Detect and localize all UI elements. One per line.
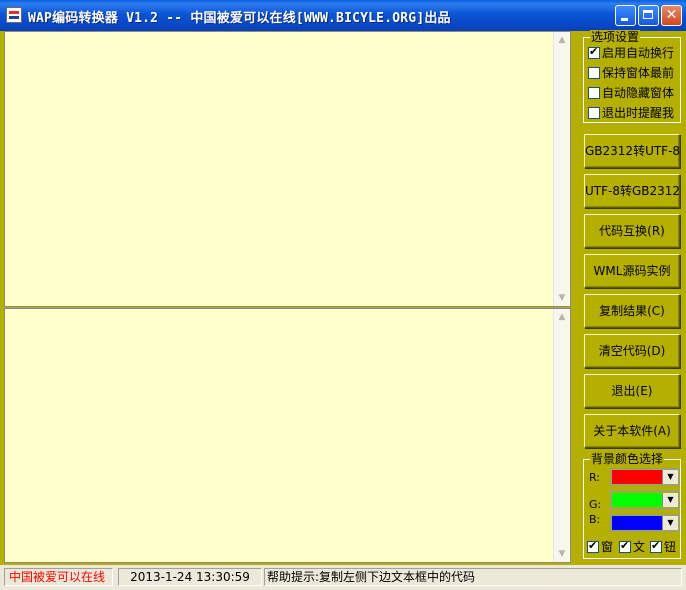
dropdown-arrow-icon[interactable]: ▼ — [662, 516, 678, 530]
checkbox[interactable] — [588, 86, 600, 99]
option-auto-hide[interactable]: 自动隐藏窗体 — [588, 84, 674, 100]
checkbox[interactable]: ✔ — [619, 538, 631, 553]
exit-button[interactable]: 退出(E) — [584, 374, 680, 408]
checkbox[interactable] — [588, 66, 600, 79]
status-datetime: 2013-1-24 13:30:59 — [118, 568, 262, 586]
minimize-button[interactable] — [615, 5, 636, 26]
clear-code-button[interactable]: 清空代码(D) — [584, 334, 680, 368]
dropdown-arrow-icon[interactable]: ▼ — [662, 493, 678, 507]
app-icon[interactable] — [6, 7, 22, 23]
checkbox[interactable]: ✔ — [587, 538, 599, 553]
options-group: 选项设置 ✔ 启用自动换行 保持窗体最前 自动隐藏窗体 退出时提醒我 — [583, 30, 681, 123]
close-icon: ✕ — [665, 7, 678, 23]
apply-button-option[interactable]: ✔ 钮 — [650, 538, 676, 554]
scroll-up-arrow-icon[interactable]: ▲ — [555, 310, 569, 324]
status-bar: 中国被爱可以在线 2013-1-24 13:30:59 帮助提示:复制左侧下边文… — [0, 565, 686, 590]
red-color-select[interactable]: ▼ — [610, 468, 680, 486]
window-title: WAP编码转换器 V1.2 -- 中国被爱可以在线[WWW.BICYLE.ORG… — [28, 11, 451, 26]
scroll-up-arrow-icon[interactable]: ▲ — [555, 33, 569, 47]
checkmark-icon: ✔ — [589, 44, 599, 58]
code-swap-button[interactable]: 代码互换(R) — [584, 214, 680, 248]
option-exit-reminder[interactable]: 退出时提醒我 — [588, 104, 674, 120]
copy-result-button[interactable]: 复制结果(C) — [584, 294, 680, 328]
gb2312-to-utf8-button[interactable]: GB2312转UTF-8 — [584, 134, 680, 168]
result-code-textarea[interactable]: ▲ ▼ — [4, 308, 571, 563]
checkbox[interactable]: ✔ — [650, 538, 662, 553]
bgcolor-group: 背景颜色选择 R: ▼ G: ▼ B: ▼ ✔ 窗 ✔ 文 ✔ 钮 — [583, 452, 681, 559]
source-scrollbar[interactable]: ▲ ▼ — [553, 32, 570, 306]
checkmark-icon: ✔ — [620, 538, 630, 552]
dropdown-arrow-icon[interactable]: ▼ — [662, 470, 678, 484]
result-scrollbar[interactable]: ▲ ▼ — [553, 309, 570, 562]
wml-example-button[interactable]: WML源码实例 — [584, 254, 680, 288]
options-legend: 选项设置 — [590, 30, 641, 44]
source-code-textarea[interactable]: ▲ ▼ — [4, 31, 571, 307]
status-help-text: 帮助提示:复制左侧下边文本框中的代码 — [264, 568, 682, 586]
maximize-button[interactable] — [638, 5, 659, 26]
green-color-select[interactable]: ▼ — [610, 491, 680, 509]
utf8-to-gb2312-button[interactable]: UTF-8转GB2312 — [584, 174, 680, 208]
checkmark-icon: ✔ — [588, 538, 598, 552]
apply-text-option[interactable]: ✔ 文 — [619, 538, 645, 554]
checkbox[interactable] — [588, 106, 600, 119]
scroll-down-arrow-icon[interactable]: ▼ — [555, 547, 569, 561]
option-word-wrap[interactable]: ✔ 启用自动换行 — [588, 44, 674, 60]
close-button[interactable]: ✕ — [661, 5, 682, 26]
checkbox[interactable]: ✔ — [588, 44, 600, 59]
minimize-icon — [621, 18, 628, 21]
about-button[interactable]: 关于本软件(A) — [584, 414, 680, 448]
checkmark-icon: ✔ — [651, 538, 661, 552]
maximize-icon — [643, 10, 653, 19]
apply-window-option[interactable]: ✔ 窗 — [587, 538, 613, 554]
title-bar[interactable]: WAP编码转换器 V1.2 -- 中国被爱可以在线[WWW.BICYLE.ORG… — [0, 0, 686, 31]
bgcolor-legend: 背景颜色选择 — [590, 452, 665, 466]
status-site-link[interactable]: 中国被爱可以在线 — [4, 568, 113, 586]
app-window: WAP编码转换器 V1.2 -- 中国被爱可以在线[WWW.BICYLE.ORG… — [0, 0, 686, 590]
blue-color-select[interactable]: ▼ — [610, 514, 680, 532]
option-stay-on-top[interactable]: 保持窗体最前 — [588, 64, 674, 80]
scroll-down-arrow-icon[interactable]: ▼ — [555, 291, 569, 305]
